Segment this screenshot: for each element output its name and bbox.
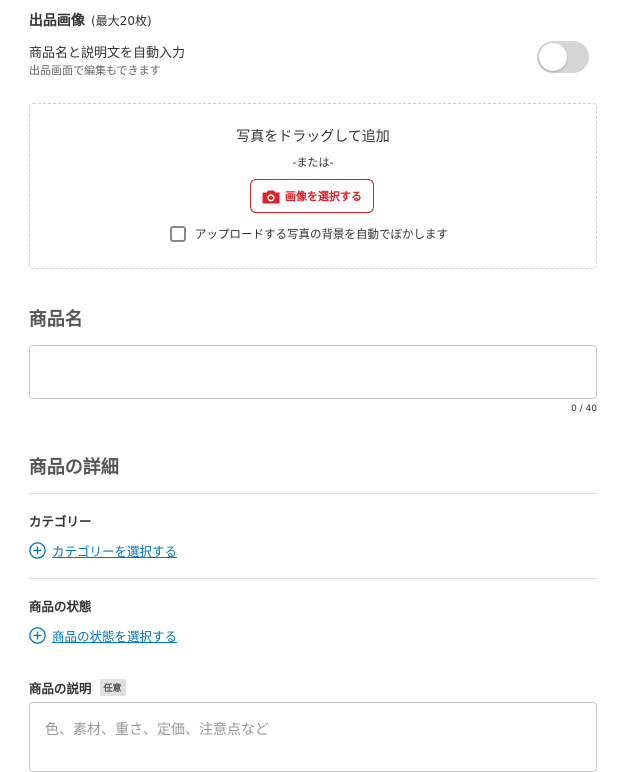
- select-image-button[interactable]: 画像を選択する: [250, 179, 374, 213]
- select-category-text[interactable]: カテゴリーを選択する: [52, 541, 177, 560]
- blur-background-row: アップロードする写真の背景を自動でぼかします: [170, 226, 448, 242]
- blur-background-label: アップロードする写真の背景を自動でぼかします: [195, 227, 448, 241]
- divider: [29, 578, 597, 579]
- images-max-note: (最大20枚): [91, 14, 152, 28]
- auto-fill-sublabel: 出品画面で編集もできます: [29, 64, 161, 77]
- product-name-title: 商品名: [29, 309, 83, 330]
- camera-icon: [262, 190, 280, 203]
- toggle-knob: [539, 43, 567, 71]
- description-header: 商品の説明 任意: [29, 678, 126, 697]
- images-title: 出品画像: [29, 13, 85, 29]
- condition-label: 商品の状態: [29, 599, 92, 614]
- description-textarea[interactable]: [29, 702, 597, 772]
- product-name-counter: 0 / 40: [571, 404, 597, 414]
- select-image-label: 画像を選択する: [285, 190, 362, 203]
- product-name-input[interactable]: [29, 345, 597, 399]
- plus-circle-icon: [29, 627, 46, 644]
- select-category-link[interactable]: カテゴリーを選択する: [29, 541, 177, 560]
- drop-zone-or: -または-: [292, 156, 334, 169]
- optional-badge: 任意: [99, 679, 126, 696]
- auto-fill-toggle[interactable]: [537, 41, 589, 73]
- drop-zone-title: 写真をドラッグして追加: [236, 129, 390, 145]
- select-condition-link[interactable]: 商品の状態を選択する: [29, 626, 177, 645]
- plus-circle-icon: [29, 542, 46, 559]
- auto-fill-row: 商品名と説明文を自動入力 出品画面で編集もできます: [29, 41, 597, 81]
- description-label: 商品の説明: [29, 681, 92, 696]
- auto-fill-label: 商品名と説明文を自動入力: [29, 46, 186, 61]
- blur-background-checkbox[interactable]: [170, 226, 186, 242]
- divider: [29, 493, 597, 494]
- category-label: カテゴリー: [29, 514, 92, 529]
- details-title: 商品の詳細: [29, 457, 119, 478]
- images-header: 出品画像 (最大20枚): [29, 10, 152, 30]
- image-drop-zone[interactable]: 写真をドラッグして追加 -または- 画像を選択する アップロードする写真の背景を…: [29, 103, 597, 269]
- select-condition-text[interactable]: 商品の状態を選択する: [52, 626, 177, 645]
